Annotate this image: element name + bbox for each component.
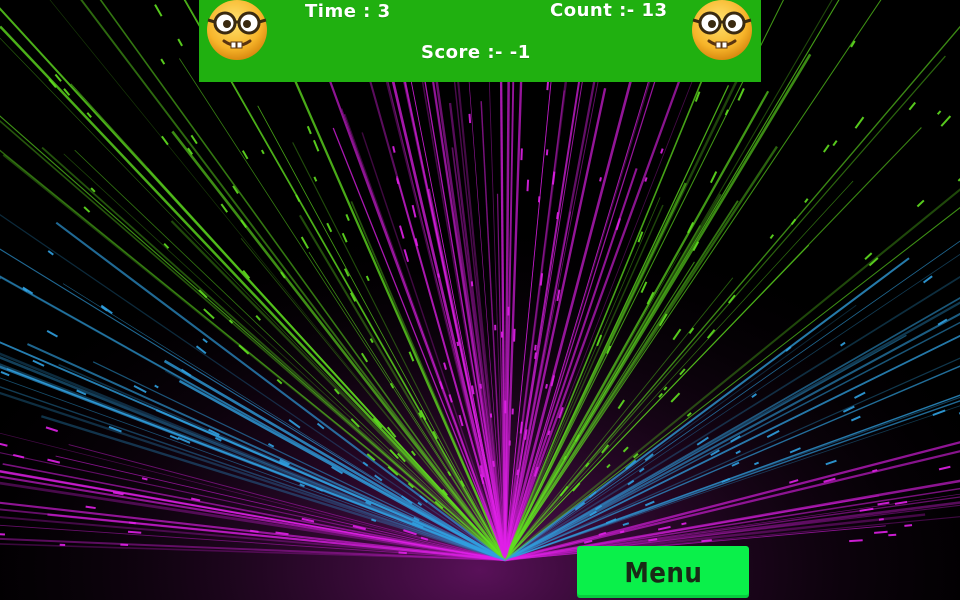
- nerd-face-icon: [207, 0, 267, 60]
- light-burst-background: [0, 0, 960, 600]
- score-counter: Score :- -1: [421, 42, 531, 63]
- time-counter: Time : 3: [305, 1, 391, 22]
- score-panel: Time : 3 Count :- 13 Score :- -1: [199, 0, 761, 82]
- nerd-face-icon: [692, 0, 752, 60]
- menu-button[interactable]: Menu: [577, 546, 749, 598]
- menu-button-label: Menu: [623, 555, 703, 589]
- count-counter: Count :- 13: [550, 0, 668, 21]
